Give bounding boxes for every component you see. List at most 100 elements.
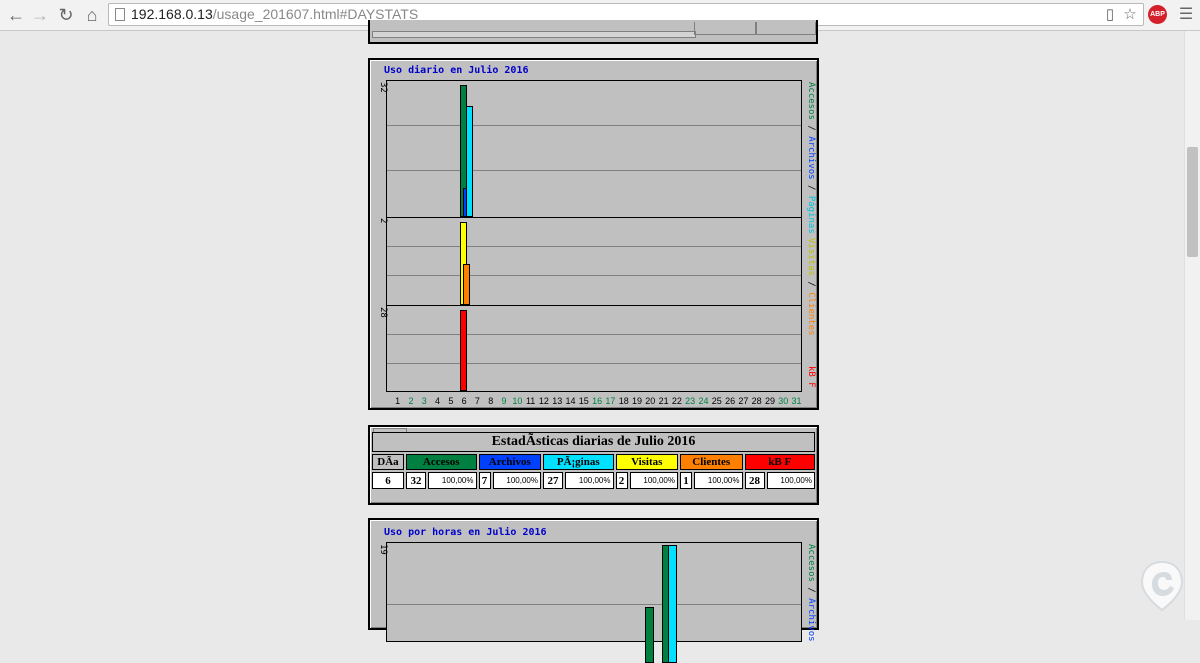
day-label: 5 — [448, 396, 454, 406]
hourly-bar-archivos-2 — [668, 545, 677, 663]
header-accesos: Accesos — [406, 454, 477, 470]
previous-panel-bar — [372, 31, 696, 38]
day-label: 10 — [512, 396, 523, 406]
header-paginas: PÃ¡ginas — [543, 454, 614, 470]
cell-archivos-pct: 100,00% — [492, 472, 541, 489]
cell-paginas-pct: 100,00% — [565, 472, 614, 489]
header-archivos: Archivos — [478, 454, 541, 470]
day-label: 23 — [685, 396, 696, 406]
day-label: 16 — [592, 396, 603, 406]
page-scrollbar[interactable] — [1184, 31, 1200, 620]
reload-icon[interactable]: ↻ — [54, 3, 78, 27]
y-max-hits: 32 — [378, 82, 388, 93]
cell-dia: 6 — [372, 472, 404, 489]
home-icon[interactable]: ⌂ — [80, 3, 104, 27]
header-clientes: Clientes — [680, 454, 743, 470]
cell-clientes-pct: 100,00% — [694, 472, 743, 489]
gridline — [387, 170, 801, 171]
day-label: 2 — [408, 396, 414, 406]
bar-clientes-day-6 — [462, 263, 470, 305]
hourly-graph-title: Uso por horas en Julio 2016 — [384, 527, 547, 538]
legend-visits: Visitas / Clientes — [806, 238, 816, 336]
daily-usage-graph: Uso diario en Julio 2016 32 2 28 Accesos… — [368, 58, 819, 410]
day-label: 28 — [751, 396, 762, 406]
day-label: 7 — [474, 396, 480, 406]
header-dia: DÃa — [372, 454, 404, 470]
day-label: 4 — [435, 396, 441, 406]
day-label: 8 — [488, 396, 494, 406]
day-label: 13 — [552, 396, 563, 406]
translate-icon[interactable]: ▯ — [1101, 6, 1119, 24]
previous-panel-cell — [694, 22, 756, 35]
cell-accesos-pct: 100,00% — [428, 472, 477, 489]
cell-paginas: 27 — [543, 472, 563, 489]
legend-visitas: Visitas — [806, 238, 816, 276]
gridline — [387, 334, 801, 335]
cell-accesos: 32 — [406, 472, 426, 489]
menu-icon[interactable]: ☰ — [1176, 4, 1196, 26]
legend-separator: / — [806, 281, 816, 287]
stats-table-title: EstadÃsticas diarias de Julio 2016 — [372, 432, 815, 452]
day-label: 21 — [658, 396, 669, 406]
gridline — [387, 275, 801, 276]
url-host: 192.168.0.13 — [131, 6, 213, 22]
day-label: 6 — [461, 396, 467, 406]
bar-p-ginas-day-6 — [465, 105, 473, 217]
header-visitas: Visitas — [615, 454, 678, 470]
gridline — [387, 246, 801, 247]
day-label: 9 — [501, 396, 507, 406]
hourly-usage-graph: Uso por horas en Julio 2016 19 Accesos /… — [368, 518, 819, 663]
day-label: 18 — [618, 396, 629, 406]
star-icon[interactable]: ☆ — [1121, 6, 1139, 24]
day-label: 29 — [764, 396, 775, 406]
day-label: 17 — [605, 396, 616, 406]
cell-visitas-pct: 100,00% — [629, 472, 678, 489]
cell-kbf: 28 — [744, 472, 765, 489]
previous-panel — [368, 20, 818, 44]
hourly-bar-accesos-0 — [645, 606, 654, 663]
x-axis-day-labels: 1 2 3 4 5 6 7 8 9 10 11 12 13 14 15 16 17 18 19 20 21 22 23 24 2… — [391, 396, 803, 406]
watermark-logo — [1140, 560, 1184, 612]
gridline — [387, 363, 801, 364]
header-kbf: kB F — [744, 454, 815, 470]
page-icon — [115, 8, 125, 21]
legend-separator: / — [806, 125, 816, 131]
daily-stats-table: EstadÃsticas diarias de Julio 2016 DÃa A… — [370, 430, 817, 491]
table-row: 6 32 100,00% 7 100,00% 27 100,00% 2 100,… — [372, 472, 815, 489]
cell-kbf-pct: 100,00% — [766, 472, 815, 489]
day-label: 11 — [525, 396, 536, 406]
legend-accesos: Accesos — [806, 82, 816, 120]
gridline — [387, 125, 801, 126]
daily-graph-title: Uso diario en Julio 2016 — [384, 65, 529, 76]
back-icon[interactable]: ← — [4, 3, 28, 27]
day-label: 12 — [538, 396, 549, 406]
kb-plot-area — [386, 305, 802, 392]
y-max-visits: 2 — [378, 218, 388, 224]
cell-clientes: 1 — [680, 472, 692, 489]
day-label: 27 — [738, 396, 749, 406]
legend-archivos: Archivos — [806, 136, 816, 180]
legend-paginas: Páginas — [806, 195, 816, 234]
gridline — [387, 604, 801, 605]
legend-separator: / — [806, 587, 816, 593]
legend-clientes: Clientes — [806, 292, 816, 336]
day-label: 25 — [711, 396, 722, 406]
legend-accesos: Accesos — [806, 544, 816, 582]
scroll-thumb[interactable] — [1187, 147, 1198, 257]
legend-hourly: Accesos / Archivos — [806, 544, 816, 642]
previous-panel-cell — [756, 22, 816, 35]
day-label: 14 — [565, 396, 576, 406]
day-label: 20 — [645, 396, 656, 406]
forward-icon[interactable]: → — [28, 3, 52, 27]
day-label: 22 — [671, 396, 682, 406]
legend-separator: / — [806, 184, 816, 191]
daily-stats-panel: EstadÃsticas diarias de Julio 2016 DÃa A… — [368, 425, 819, 505]
adblock-icon[interactable]: ABP — [1148, 5, 1167, 24]
day-label: 19 — [631, 396, 642, 406]
y-max-hourly: 19 — [378, 544, 388, 555]
day-label: 30 — [778, 396, 789, 406]
hourly-plot-area — [386, 542, 802, 663]
cell-visitas: 2 — [615, 472, 628, 489]
bar-kb-f-day-6 — [459, 310, 467, 391]
day-label: 31 — [791, 396, 802, 406]
